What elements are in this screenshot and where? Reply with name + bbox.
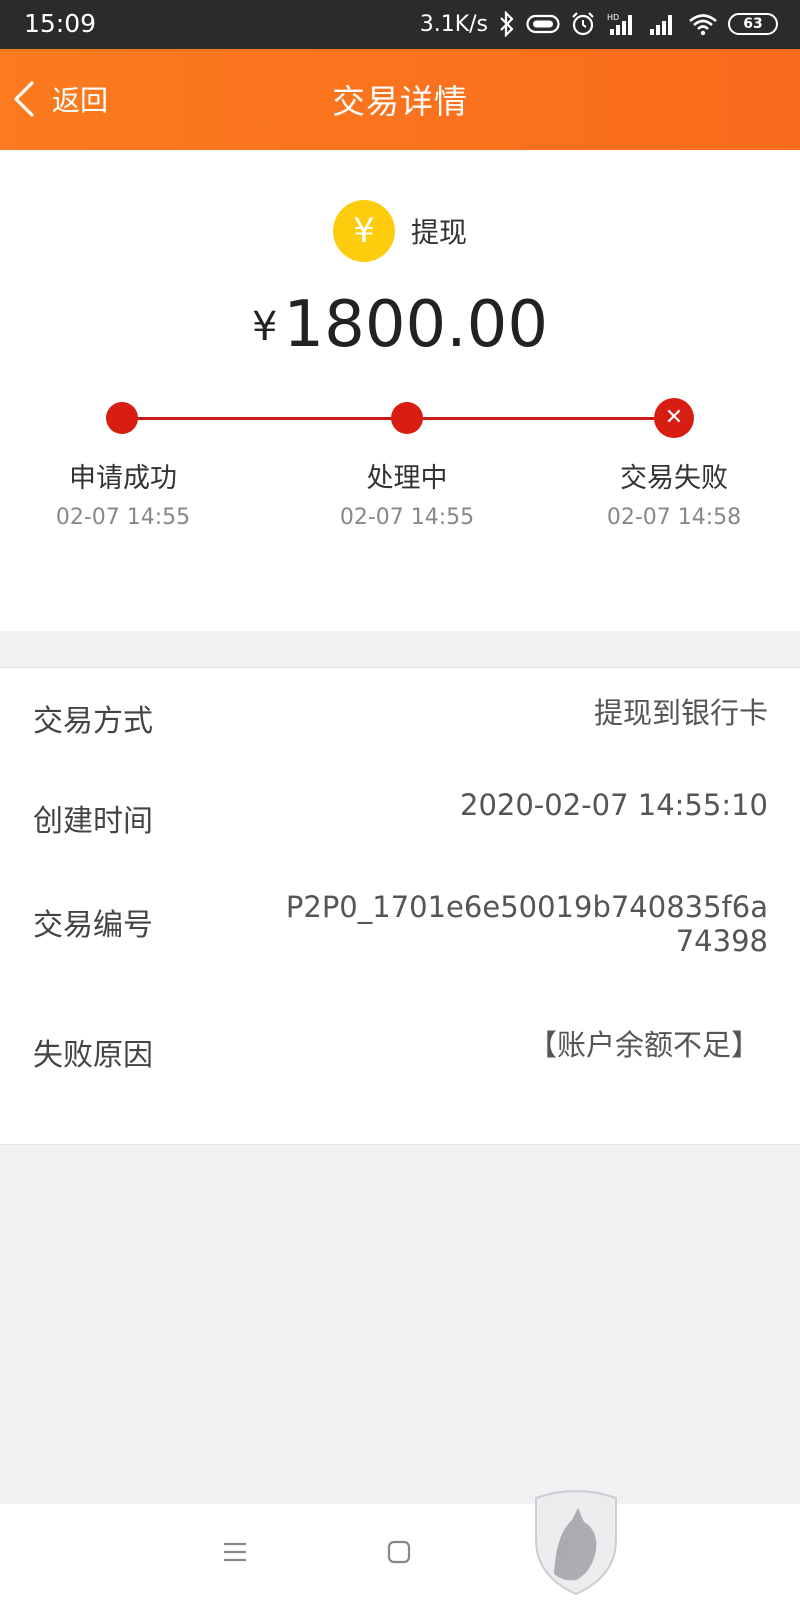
detail-value-created: 2020-02-07 14:55:10 [460,788,768,822]
watermark-text: 黑猫 [636,1502,760,1572]
txn-id-line: 74398 [675,924,768,959]
bluetooth-icon [498,11,516,37]
battery-indicator: 63 [728,13,778,35]
step-time: 02-07 14:55 [339,505,475,530]
step-dot-processing [391,402,423,434]
status-icons: 3.1K/s HD 63 [420,8,778,40]
watermark-subtext: BLACK CAT [638,1564,740,1600]
txn-id-line: P2P0_1701e6e50019b740835f6a [285,890,768,924]
transaction-details: 交易方式 提现到银行卡 创建时间 2020-02-07 14:55:10 交易编… [0,667,800,1145]
progress-line [407,417,673,420]
progress-line [122,417,407,420]
page-title: 交易详情 [332,82,468,121]
step-time: 02-07 14:55 [55,505,191,530]
progress-timeline: ✕ 申请成功 02-07 14:55 处理中 02-07 14:55 交易失败 … [0,150,800,631]
alarm-icon [570,11,596,37]
network-speed: 3.1K/s [419,11,488,37]
step-label: 处理中 [366,463,448,494]
step-time: 02-07 14:58 [606,505,742,530]
cat-shield-logo [535,1490,617,1596]
menu-icon[interactable] [217,1534,253,1570]
failed-x-icon: ✕ [654,398,694,438]
watermark: 黑猫 BLACK CAT [526,1484,794,1600]
detail-label-created: 创建时间 [33,804,153,839]
detail-value-txn-id: P2P0_1701e6e50019b740835f6a 74398 [286,890,768,958]
detail-value-method: 提现到银行卡 [593,696,768,730]
step-label: 交易失败 [620,463,728,494]
detail-value-fail-reason: 【账户余额不足】 [527,1028,760,1062]
detail-label-fail-reason: 失败原因 [33,1038,153,1073]
step-dot-applied [106,402,138,434]
transaction-summary: ¥ 提现 ¥1800.00 ✕ 申请成功 02-07 14:55 处理中 02-… [0,150,800,631]
step-label: 申请成功 [69,463,177,494]
title-bar: 返回 交易详情 [0,49,800,150]
svg-text:HD: HD [607,13,619,22]
signal-hd-icon: HD [606,11,638,37]
detail-label-method: 交易方式 [33,704,153,739]
home-icon[interactable] [381,1534,417,1570]
signal-icon [648,11,678,37]
status-bar: 15:09 3.1K/s HD 63 [0,0,800,49]
wifi-icon [688,12,718,36]
status-time: 15:09 [24,9,97,38]
toggle-icon [526,13,560,35]
detail-label-txn-id: 交易编号 [33,908,153,943]
